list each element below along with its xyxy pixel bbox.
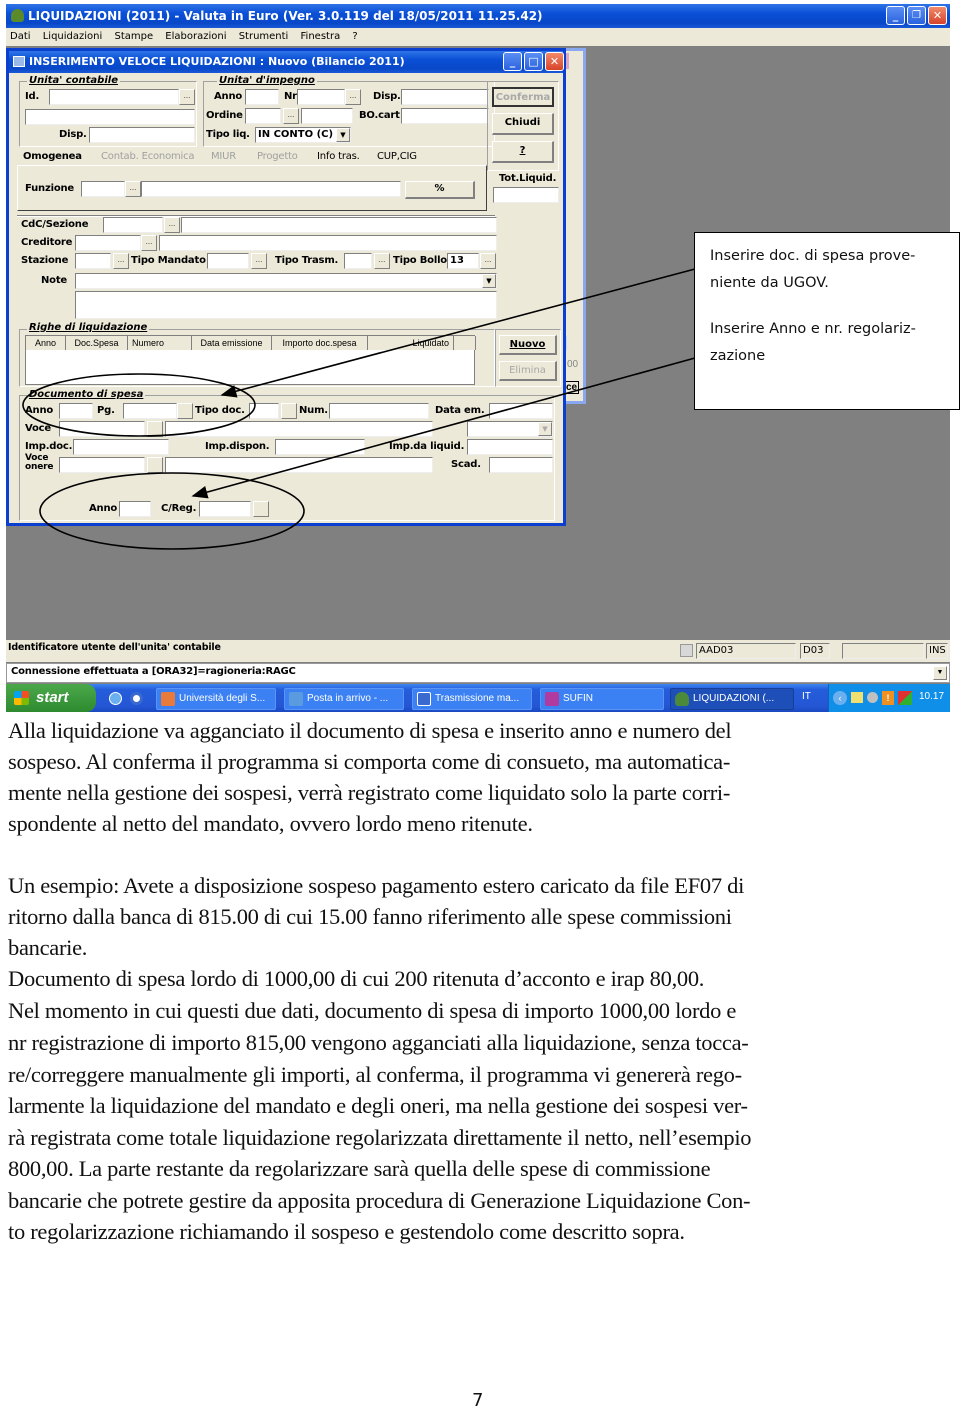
text-line: Nel momento in cui questi due dati, docu… [8,998,737,1023]
text-line: larmente la liquidazione del mandato e d… [8,1093,748,1118]
callout-box: Inserire doc. di spesa prove-niente da U… [694,232,960,410]
text-line: sospeso. Al conferma il programma si com… [8,749,731,774]
highlight-ellipse-documento [22,373,256,437]
text-line: re/correggere manualmente gli importi, a… [8,1062,742,1087]
text-line: Documento di spesa lordo di 1000,00 di c… [8,966,705,991]
text-line: Alla liquidazione va agganciato il docum… [8,718,732,743]
text-line: spondente al netto del mandato, ovvero l… [8,811,533,836]
text-line: mente nella gestione dei sospesi, verrà … [8,780,731,805]
text-line: bancarie che potrete gestire da apposita… [8,1188,751,1213]
arrow-to-documento [220,268,696,398]
highlight-ellipse-regolarizzazione [39,472,305,550]
text-line: nr registrazione di importo 815,00 vengo… [8,1030,749,1055]
text-line: to regolarizzazione richiamando il sospe… [8,1219,685,1244]
callout-line-documento: Inserire doc. di spesa prove-niente da U… [710,248,916,291]
text-line: Un esempio: Avete a disposizione sospeso… [8,873,745,898]
text-line: bancarie. [8,935,88,960]
text-line: 800,00. La parte restante da regolarizza… [8,1156,711,1181]
text-line: rà registrata come totale liquidazione r… [8,1125,752,1150]
page-number: 7 [472,1390,484,1411]
arrow-to-regolarizzazione [191,357,696,499]
callout-line-regolarizzazione: Inserire Anno e nr. regolariz-zazione [710,321,916,364]
text-line: ritorno dalla banca di 815.00 di cui 15.… [8,904,732,929]
